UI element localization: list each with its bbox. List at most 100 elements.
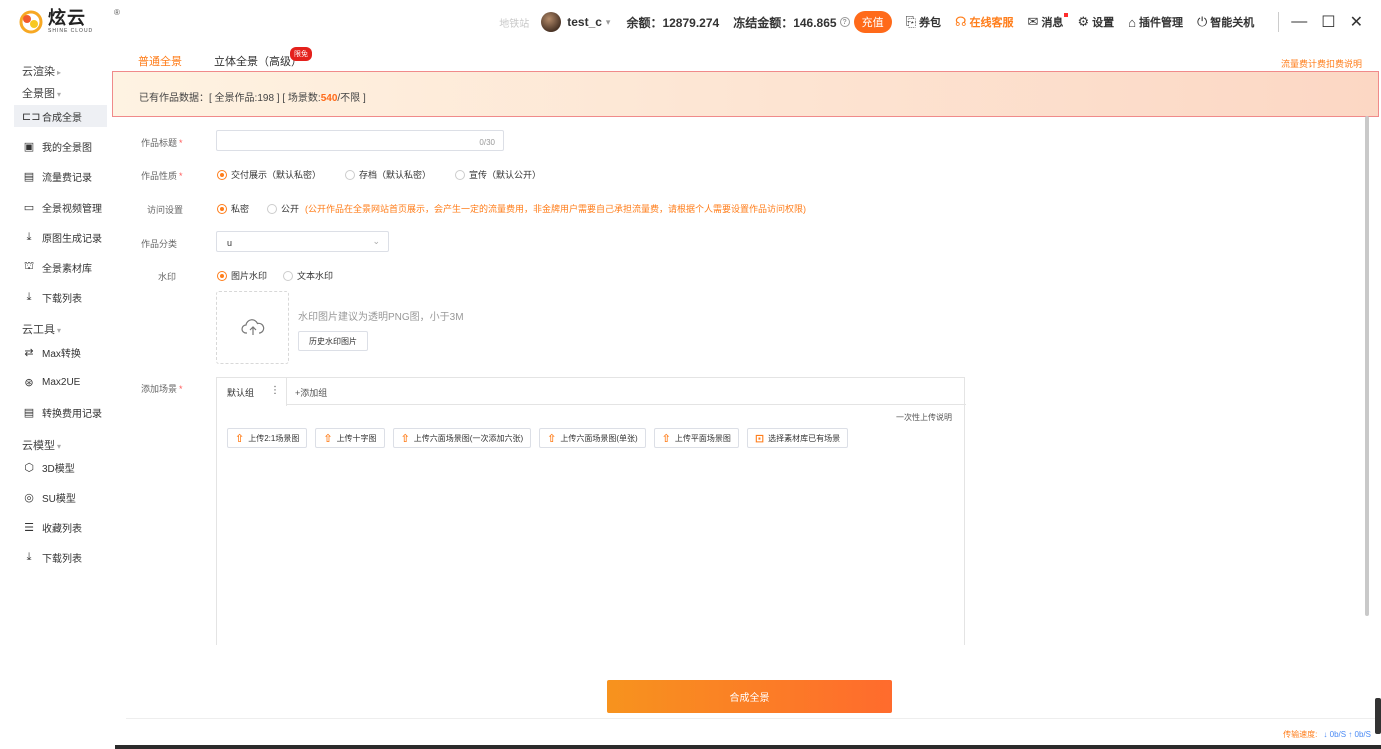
radio-dot (267, 203, 278, 214)
sidebar-item-favorites[interactable]: ☰ 收藏列表 (14, 516, 107, 538)
watermark-history-button[interactable]: 历史水印图片 (298, 331, 368, 351)
sidebar-item-my-pano[interactable]: ▣ 我的全景图 (14, 135, 107, 157)
gear-icon: ⚙ (1077, 14, 1090, 29)
mail-icon: ✉ (1027, 14, 1039, 29)
radio-text-watermark[interactable]: 文本水印 (283, 269, 333, 282)
sidebar-item-download-list[interactable]: ⤓ 下载列表 (14, 286, 107, 308)
radio-image-watermark[interactable]: 图片水印 (217, 269, 267, 282)
sidebar-item-max2ue[interactable]: ⊛ Max2UE (14, 371, 107, 393)
scrollbar[interactable] (1365, 116, 1369, 616)
radio-label: 图片水印 (231, 271, 268, 281)
sidebar-section-render[interactable]: 云渲染 ▸ (22, 63, 61, 79)
title-bar: 炫云 SHINE CLOUD ® 地铁站 test_c ▾ 余额：12879.2… (0, 0, 1381, 46)
sidebar-item-compose-pano[interactable]: ⊏⊐ 合成全景 (14, 105, 107, 127)
avatar[interactable] (541, 12, 562, 32)
upload-six-single-button[interactable]: ⇧ 上传六面场景图(单张) (539, 428, 646, 448)
compose-pano-button[interactable]: 合成全景 (607, 680, 892, 713)
category-label: 作品分类 (141, 239, 178, 249)
side-handle[interactable] (1375, 698, 1381, 734)
nature-label: 作品性质 * (141, 171, 183, 181)
maximize-icon[interactable]: ☐ (1321, 12, 1335, 32)
tab-normal-pano[interactable]: 普通全景 (126, 53, 194, 79)
app-logo: 炫云 SHINE CLOUD ® (18, 8, 120, 34)
sidebar-item-label: 原图生成记录 (42, 233, 102, 245)
sidebar-item-flow-record[interactable]: ▤ 流量费记录 (14, 165, 107, 187)
radio-public[interactable]: 公开 (267, 202, 299, 215)
scene-count: 540 (320, 93, 338, 104)
bottom-edge (115, 745, 1381, 749)
sidebar-item-convert-fee[interactable]: ▤ 转换费用记录 (14, 401, 107, 423)
one-shot-upload-help[interactable]: 一次性上传说明 (896, 412, 952, 423)
sidebar-item-video-manage[interactable]: ▭ 全景视频管理 (14, 196, 107, 218)
service-button[interactable]: ☊ 在线客服 (955, 14, 1014, 30)
recharge-button[interactable]: 充值 (853, 11, 892, 33)
faint-label: 地铁站 (499, 18, 530, 30)
sidebar-item-su-model[interactable]: ◎ SU模型 (14, 486, 107, 508)
message-button[interactable]: ✉ 消息 (1027, 13, 1069, 30)
watermark-upload[interactable] (216, 291, 289, 364)
sidebar-item-model-downloads[interactable]: ⤓ 下载列表 (14, 546, 107, 568)
frame-icon: ⊏⊐ (22, 110, 41, 123)
top-right-toolbar: 地铁站 test_c ▾ 余额：12879.274 冻结金额：146.865 ?… (499, 11, 1363, 33)
radio-label: 私密 (231, 204, 250, 214)
select-library-scene-button[interactable]: ⊡ 选择素材库已有场景 (746, 428, 849, 448)
window-controls: — ☐ ✕ (1278, 12, 1363, 32)
radio-dot (283, 270, 294, 281)
sidebar-section-label: 云渲染 (22, 66, 55, 78)
settings-button[interactable]: ⚙ 设置 (1077, 14, 1114, 30)
library-icon: ⛫ (23, 260, 35, 272)
upload-2to1-button[interactable]: ⇧ 上传2:1场景图 (227, 428, 308, 448)
sidebar-section-pano[interactable]: 全景图 ▾ (22, 85, 61, 101)
scene-tab-default[interactable]: 默认组 ⋮ (217, 378, 287, 406)
tab-stereo-pano[interactable]: 立体全景（高级） (214, 53, 302, 71)
shutdown-button[interactable]: ⏻ 智能关机 (1197, 14, 1254, 30)
plugin-icon: ⌂ (1128, 14, 1136, 30)
radio-label: 存档（默认私密） (359, 170, 432, 180)
upload-six-batch-button[interactable]: ⇧ 上传六面场景图(一次添加六张) (392, 428, 532, 448)
sidebar-item-label: 下载列表 (42, 293, 82, 305)
coupon-label: 券包 (918, 17, 941, 29)
plugins-button[interactable]: ⌂ 插件管理 (1128, 14, 1183, 30)
scene-label-text: 添加场景 (141, 384, 178, 394)
sidebar-item-3d-model[interactable]: ⬡ 3D模型 (14, 456, 107, 478)
more-vertical-icon[interactable]: ⋮ (270, 385, 280, 396)
radio-archive[interactable]: 存档（默认私密） (345, 168, 431, 181)
sidebar-item-original-record[interactable]: ⤓ 原图生成记录 (14, 226, 107, 248)
upload-button-label: 上传六面场景图(一次添加六张) (413, 433, 524, 443)
flow-fee-link[interactable]: 流量费计费扣费说明 (1281, 57, 1362, 70)
chevron-down-icon[interactable]: ▾ (606, 17, 611, 28)
coupon-button[interactable]: ⎘ 券包 (906, 14, 941, 30)
balance: 余额：12879.274 (626, 15, 720, 30)
scene-label: 添加场景 * (141, 384, 183, 394)
radio-delivery[interactable]: 交付展示（默认私密） (217, 168, 321, 181)
category-select[interactable]: u ⌄ (216, 231, 389, 252)
radio-private[interactable]: 私密 (217, 202, 249, 215)
close-icon[interactable]: ✕ (1350, 12, 1363, 32)
sidebar-item-label: 全景素材库 (42, 263, 92, 275)
upload-cross-button[interactable]: ⇧ 上传十字图 (315, 428, 385, 448)
radio-promo[interactable]: 宣传（默认公开） (455, 168, 541, 181)
upload-flat-button[interactable]: ⇧ 上传平面场景图 (653, 428, 739, 448)
sidebar-section-model[interactable]: 云模型 ▾ (22, 437, 61, 453)
minimize-icon[interactable]: — (1291, 13, 1307, 31)
sidebar: 云渲染 ▸ 全景图 ▾ ⊏⊐ 合成全景 ▣ 我的全景图 ▤ 流量费记录 ▭ 全景视频管理 ⤓… (0, 46, 115, 749)
sidebar-item-label: 下载列表 (42, 553, 82, 565)
upload-icon: ⇧ (547, 432, 557, 445)
title-label-text: 作品标题 (141, 138, 178, 148)
sidebar-section-label: 全景图 (22, 88, 55, 100)
title-input[interactable]: 0/30 (216, 130, 504, 151)
sidebar-section-tools[interactable]: 云工具 ▾ (22, 321, 61, 337)
radio-label: 交付展示（默认私密） (231, 170, 322, 180)
frozen-balance-text: 冻结金额：146.865 (733, 15, 837, 30)
username[interactable]: test_c (567, 15, 602, 29)
logo-mark-icon (18, 10, 44, 34)
add-group-button[interactable]: +添加组 (295, 386, 327, 399)
upload-button-label: 上传十字图 (336, 433, 377, 443)
help-icon[interactable]: ? (839, 17, 850, 27)
sidebar-item-material-lib[interactable]: ⛫ 全景素材库 (14, 256, 107, 278)
favorites-icon: ☰ (24, 521, 34, 534)
upload-icon: ⇧ (661, 432, 671, 445)
sidebar-item-max-convert[interactable]: ⇄ Max转换 (14, 341, 107, 363)
cube-icon: ⬡ (24, 461, 34, 474)
watermark-radio-group: 图片水印 文本水印 (217, 269, 357, 282)
